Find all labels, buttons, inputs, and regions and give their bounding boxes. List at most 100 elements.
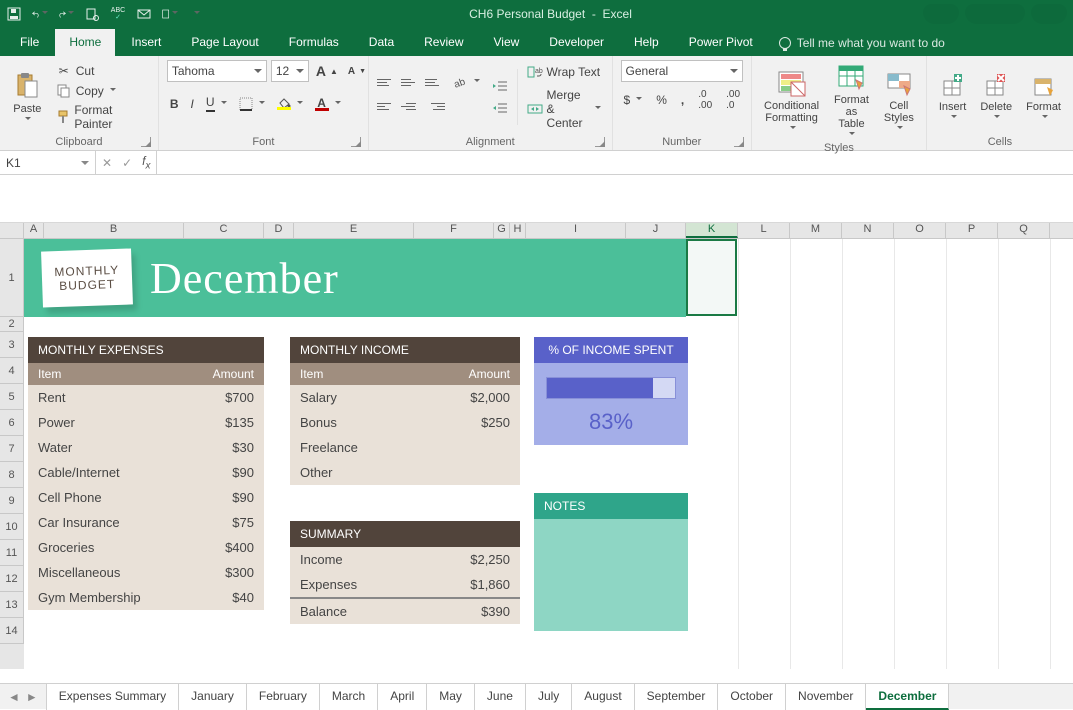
enter-icon[interactable]: ✓ xyxy=(122,156,132,170)
formula-input[interactable] xyxy=(157,151,1073,174)
cut-button[interactable]: ✂Cut xyxy=(53,62,150,80)
conditional-formatting-button[interactable]: ConditionalFormatting xyxy=(760,66,823,134)
print-preview-icon[interactable] xyxy=(84,6,100,22)
row-header-2[interactable]: 2 xyxy=(0,317,24,332)
sheet-tab-april[interactable]: April xyxy=(378,684,427,710)
sheet-tab-november[interactable]: November xyxy=(786,684,866,710)
active-cell[interactable] xyxy=(686,239,737,316)
align-bottom-button[interactable] xyxy=(425,73,445,91)
col-header-H[interactable]: H xyxy=(510,223,526,238)
sheet-tab-july[interactable]: July xyxy=(526,684,572,710)
decrease-decimal-button[interactable]: .00.0 xyxy=(723,88,743,112)
select-all-corner[interactable] xyxy=(0,223,24,238)
col-header-N[interactable]: N xyxy=(842,223,894,238)
col-header-B[interactable]: B xyxy=(44,223,184,238)
row-header-7[interactable]: 7 xyxy=(0,436,24,462)
col-header-G[interactable]: G xyxy=(494,223,510,238)
align-center-button[interactable] xyxy=(401,97,421,115)
insert-cells-button[interactable]: Insert xyxy=(935,71,971,123)
row-header-14[interactable]: 14 xyxy=(0,618,24,644)
worksheet[interactable]: 1234567891011121314 MONTHLY BUDGET Decem… xyxy=(0,239,1073,669)
name-box[interactable]: K1 xyxy=(0,151,96,174)
borders-button[interactable] xyxy=(236,96,268,112)
wrap-text-button[interactable]: abWrap Text xyxy=(524,63,604,81)
format-cells-button[interactable]: Format xyxy=(1022,71,1065,123)
new-icon[interactable] xyxy=(162,6,178,22)
table-row[interactable]: Groceries$400 xyxy=(28,535,264,560)
table-row[interactable]: Other xyxy=(290,460,520,485)
notes-body[interactable] xyxy=(534,519,688,631)
sheet-tab-february[interactable]: February xyxy=(247,684,320,710)
col-header-O[interactable]: O xyxy=(894,223,946,238)
sheet-nav-next-icon[interactable]: ► xyxy=(26,690,38,704)
table-row[interactable]: Cable/Internet$90 xyxy=(28,460,264,485)
sheet-tab-october[interactable]: October xyxy=(718,684,786,710)
col-header-A[interactable]: A xyxy=(24,223,44,238)
font-size-combo[interactable]: 12 xyxy=(271,60,309,82)
format-painter-button[interactable]: Format Painter xyxy=(53,102,150,132)
dialog-launcher-icon[interactable] xyxy=(351,137,361,147)
col-header-J[interactable]: J xyxy=(626,223,686,238)
row-header-3[interactable]: 3 xyxy=(0,332,24,358)
spellcheck-icon[interactable]: ABC✓ xyxy=(110,6,126,22)
col-header-K[interactable]: K xyxy=(686,223,738,238)
increase-font-icon[interactable]: A▲ xyxy=(313,62,341,80)
sheet-tab-march[interactable]: March xyxy=(320,684,378,710)
row-header-6[interactable]: 6 xyxy=(0,410,24,436)
increase-indent-button[interactable] xyxy=(489,100,511,116)
col-header-I[interactable]: I xyxy=(526,223,626,238)
accounting-format-button[interactable]: $ xyxy=(621,88,646,112)
row-header-12[interactable]: 12 xyxy=(0,566,24,592)
font-name-combo[interactable]: Tahoma xyxy=(167,60,267,82)
tab-page-layout[interactable]: Page Layout xyxy=(177,29,272,56)
dialog-launcher-icon[interactable] xyxy=(734,137,744,147)
table-row[interactable]: Miscellaneous$300 xyxy=(28,560,264,585)
align-left-button[interactable] xyxy=(377,97,397,115)
comma-format-button[interactable]: , xyxy=(678,88,687,112)
underline-button[interactable]: U xyxy=(203,94,230,113)
table-row[interactable]: Car Insurance$75 xyxy=(28,510,264,535)
sheet-tab-may[interactable]: May xyxy=(427,684,475,710)
tab-insert[interactable]: Insert xyxy=(117,29,175,56)
fill-color-button[interactable] xyxy=(274,97,306,111)
row-header-4[interactable]: 4 xyxy=(0,358,24,384)
row-header-13[interactable]: 13 xyxy=(0,592,24,618)
table-row[interactable]: Water$30 xyxy=(28,435,264,460)
sheet-tab-january[interactable]: January xyxy=(179,684,247,710)
align-top-button[interactable] xyxy=(377,73,397,91)
tab-power-pivot[interactable]: Power Pivot xyxy=(675,29,767,56)
tab-developer[interactable]: Developer xyxy=(535,29,618,56)
decrease-indent-button[interactable] xyxy=(489,78,511,94)
table-row[interactable]: Bonus$250 xyxy=(290,410,520,435)
col-header-Q[interactable]: Q xyxy=(998,223,1050,238)
merge-center-button[interactable]: Merge & Center xyxy=(524,87,604,131)
qat-customize-icon[interactable] xyxy=(188,6,204,22)
row-header-5[interactable]: 5 xyxy=(0,384,24,410)
sheet-tab-september[interactable]: September xyxy=(635,684,719,710)
row-header-1[interactable]: 1 xyxy=(0,239,24,317)
undo-icon[interactable] xyxy=(32,6,48,22)
tab-formulas[interactable]: Formulas xyxy=(275,29,353,56)
table-row[interactable]: Income$2,250 xyxy=(290,547,520,572)
tab-review[interactable]: Review xyxy=(410,29,477,56)
table-row[interactable]: Cell Phone$90 xyxy=(28,485,264,510)
table-row[interactable]: Rent$700 xyxy=(28,385,264,410)
col-header-M[interactable]: M xyxy=(790,223,842,238)
table-row[interactable]: Balance$390 xyxy=(290,597,520,624)
sheet-tab-expenses-summary[interactable]: Expenses Summary xyxy=(46,684,179,710)
delete-cells-button[interactable]: Delete xyxy=(976,71,1016,123)
col-header-D[interactable]: D xyxy=(264,223,294,238)
tab-help[interactable]: Help xyxy=(620,29,673,56)
col-header-L[interactable]: L xyxy=(738,223,790,238)
font-color-button[interactable]: A xyxy=(312,95,344,112)
table-row[interactable]: Gym Membership$40 xyxy=(28,585,264,610)
sheet-tab-december[interactable]: December xyxy=(866,684,949,710)
tab-file[interactable]: File xyxy=(6,29,53,56)
col-header-P[interactable]: P xyxy=(946,223,998,238)
email-icon[interactable] xyxy=(136,6,152,22)
tab-view[interactable]: View xyxy=(480,29,534,56)
redo-icon[interactable] xyxy=(58,6,74,22)
paste-button[interactable]: Paste xyxy=(8,69,46,125)
table-row[interactable]: Power$135 xyxy=(28,410,264,435)
row-header-11[interactable]: 11 xyxy=(0,540,24,566)
